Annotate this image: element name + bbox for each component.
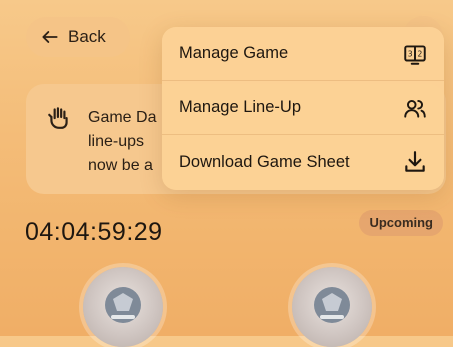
banner-line-3: now be a bbox=[88, 157, 153, 174]
menu-item-download-game-sheet[interactable]: Download Game Sheet bbox=[162, 135, 444, 189]
users-icon bbox=[404, 99, 426, 118]
menu-item-label: Manage Game bbox=[179, 44, 289, 62]
banner-line-2: line-ups bbox=[88, 133, 145, 150]
hand-icon bbox=[48, 107, 68, 129]
team-logo-icon bbox=[105, 287, 141, 323]
actions-menu: Manage Game 3 2 Manage Line-Up Download … bbox=[162, 27, 444, 190]
scoreboard-icon: 3 2 bbox=[404, 44, 426, 65]
menu-item-manage-game[interactable]: Manage Game 3 2 bbox=[162, 27, 444, 81]
svg-text:2: 2 bbox=[417, 49, 422, 58]
banner-line-1: Game Da bbox=[88, 109, 157, 126]
team-logo-icon bbox=[314, 287, 350, 323]
home-team-avatar[interactable] bbox=[83, 267, 163, 347]
banner-text: Game Da line-ups now be a bbox=[88, 106, 156, 178]
away-team-avatar[interactable] bbox=[292, 267, 372, 347]
menu-item-label: Download Game Sheet bbox=[179, 152, 350, 171]
back-label: Back bbox=[68, 27, 106, 46]
menu-item-label: Manage Line-Up bbox=[179, 98, 301, 116]
svg-text:3: 3 bbox=[408, 49, 413, 58]
menu-item-manage-line-up[interactable]: Manage Line-Up bbox=[162, 81, 444, 135]
countdown-timer: 04:04:59:29 bbox=[25, 218, 163, 246]
status-badge: Upcoming bbox=[359, 210, 443, 236]
download-icon bbox=[405, 151, 425, 172]
back-button[interactable]: Back bbox=[26, 17, 130, 57]
arrow-left-icon bbox=[42, 31, 58, 43]
